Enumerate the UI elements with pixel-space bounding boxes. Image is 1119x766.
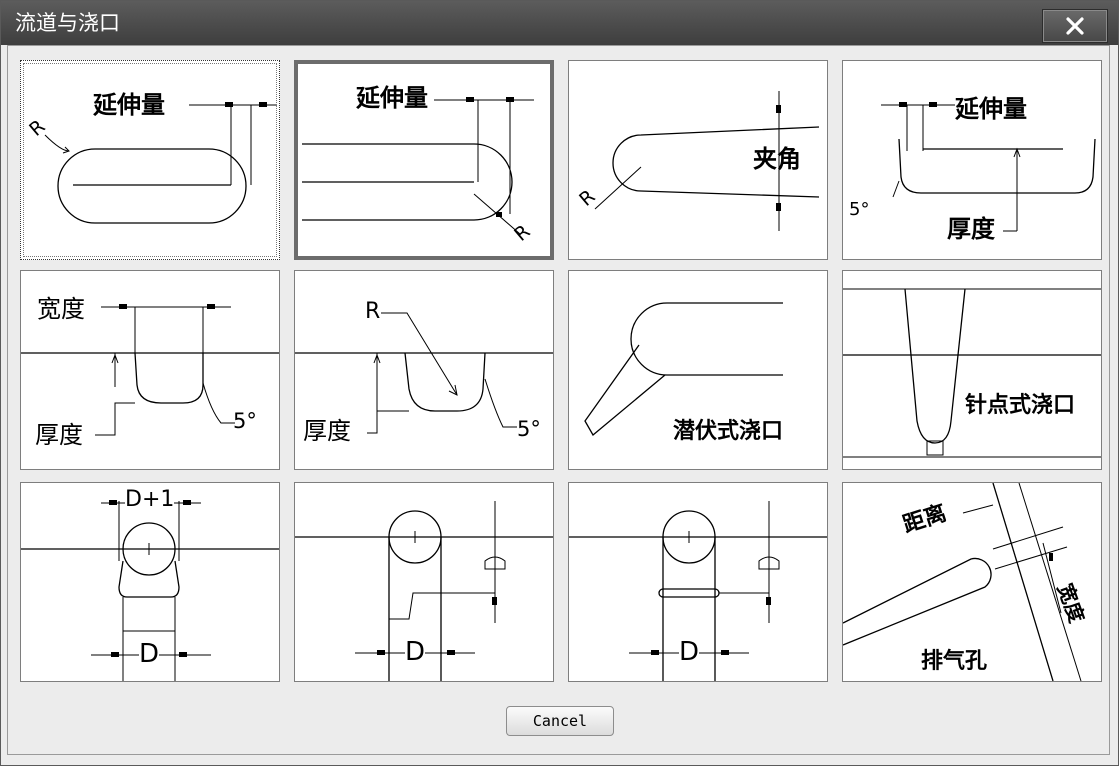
tile-runner-extension-square[interactable]: 延伸量 R	[294, 60, 554, 260]
tile-cold-slug-offset[interactable]: D	[294, 482, 554, 682]
tile-channel-width-thickness[interactable]: 宽度 厚度 5°	[20, 270, 280, 470]
dialog-title: 流道与浇口	[15, 11, 120, 35]
draft-angle-label: 5°	[849, 199, 870, 220]
tile-cold-slug-ring[interactable]: D	[568, 482, 828, 682]
tile-channel-radius-thickness[interactable]: R 厚度 5°	[294, 270, 554, 470]
gate-type-panel: 延伸量 R 延伸量 R 夹角 R 延伸量 5° 厚度 宽度 厚度 5° R 厚度…	[7, 45, 1110, 755]
thickness-label: 厚度	[35, 421, 83, 449]
tile-channel-extension-thickness[interactable]: 延伸量 5° 厚度	[842, 60, 1102, 260]
tile-runner-extension-rounded[interactable]: 延伸量 R	[20, 60, 280, 260]
tile-cold-slug-d1[interactable]: D+1 D	[20, 482, 280, 682]
close-icon	[1066, 17, 1084, 35]
extension-label: 延伸量	[93, 91, 165, 119]
draft-angle-label: 5°	[233, 409, 257, 433]
submarine-gate-label: 潜伏式浇口	[673, 419, 784, 444]
extension-label: 延伸量	[955, 95, 1027, 123]
thickness-label: 厚度	[947, 215, 995, 243]
tile-pinpoint-gate[interactable]: 针点式浇口	[842, 270, 1102, 470]
draft-angle-label: 5°	[517, 417, 541, 441]
title-bar: 流道与浇口	[1, 1, 1118, 45]
close-button[interactable]	[1042, 9, 1108, 43]
diameter-label: D	[405, 637, 426, 667]
diameter-label: D	[139, 639, 160, 669]
runner-gate-dialog: 流道与浇口 延伸量 R 延伸量 R 夹角 R 延伸量 5° 厚度 宽度 厚度 5…	[0, 0, 1119, 766]
pinpoint-gate-diagram	[843, 288, 1101, 458]
radius-label: R	[25, 115, 50, 141]
extension-label: 延伸量	[356, 84, 428, 112]
pinpoint-gate-label: 针点式浇口	[965, 393, 1076, 418]
diameter-plus-one-label: D+1	[125, 487, 175, 512]
radius-label: R	[365, 299, 381, 324]
tile-runner-angle[interactable]: 夹角 R	[568, 60, 828, 260]
tile-submarine-gate[interactable]: 潜伏式浇口	[568, 270, 828, 470]
tile-vent-hole[interactable]: 距离 宽度 排气孔	[842, 482, 1102, 682]
thickness-label: 厚度	[303, 417, 351, 445]
diameter-label: D	[679, 637, 700, 667]
runner-extension-diagram	[44, 102, 277, 224]
vent-hole-label: 排气孔	[921, 649, 988, 674]
angle-label: 夹角	[753, 145, 801, 173]
width-label: 宽度	[37, 295, 85, 323]
cancel-button[interactable]: Cancel	[506, 706, 614, 736]
